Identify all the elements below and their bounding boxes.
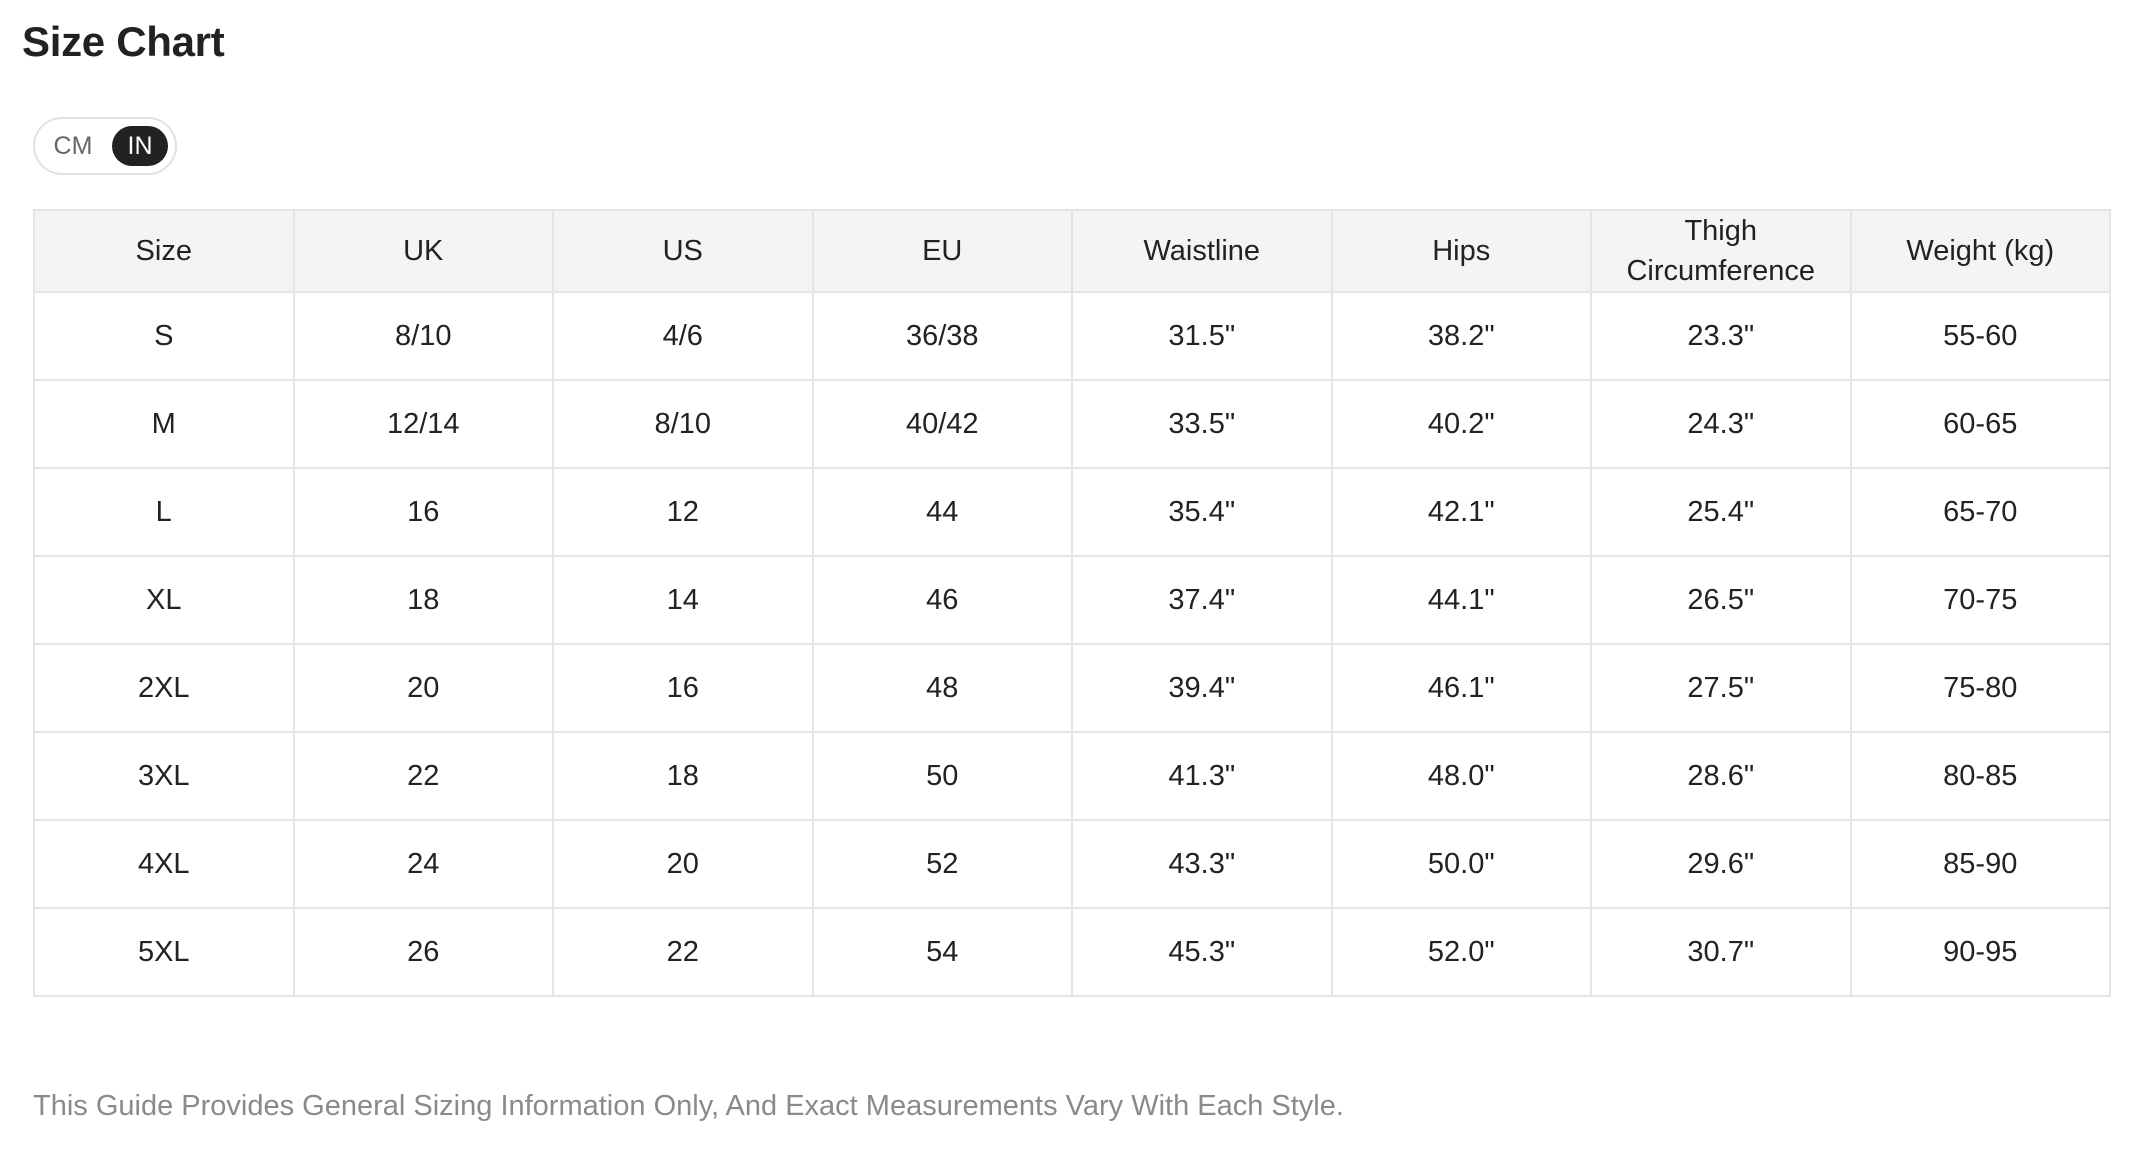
cell-thigh-circumference: 24.3" [1590, 379, 1852, 469]
cell-weight: 70-75 [1849, 555, 2111, 645]
cell-waistline: 43.3" [1071, 819, 1333, 909]
cell-size: M [33, 379, 295, 469]
size-table-header: Size UK US EU Waistline Hips Thigh Circu… [33, 209, 2111, 293]
size-table: Size UK US EU Waistline Hips Thigh Circu… [33, 209, 2111, 997]
cell-uk: 12/14 [292, 379, 554, 469]
table-row: S 8/10 4/6 36/38 31.5" 38.2" 23.3" 55-60 [33, 291, 2111, 381]
cell-weight: 65-70 [1849, 467, 2111, 557]
cell-eu: 36/38 [811, 291, 1073, 381]
header-thigh-circumference: Thigh Circumference [1590, 209, 1852, 293]
cell-us: 16 [552, 643, 814, 733]
header-us: US [552, 209, 814, 293]
unit-option-in[interactable]: IN [112, 126, 168, 166]
cell-eu: 50 [811, 731, 1073, 821]
header-hips: Hips [1330, 209, 1592, 293]
header-row: Size UK US EU Waistline Hips Thigh Circu… [33, 209, 2111, 293]
cell-waistline: 33.5" [1071, 379, 1333, 469]
cell-waistline: 31.5" [1071, 291, 1333, 381]
cell-hips: 50.0" [1330, 819, 1592, 909]
cell-waistline: 37.4" [1071, 555, 1333, 645]
cell-size: 3XL [33, 731, 295, 821]
cell-us: 8/10 [552, 379, 814, 469]
header-size: Size [33, 209, 295, 293]
table-row: 3XL 22 18 50 41.3" 48.0" 28.6" 80-85 [33, 731, 2111, 821]
size-table-body: S 8/10 4/6 36/38 31.5" 38.2" 23.3" 55-60 M 12/14 8… [33, 291, 2111, 997]
unit-toggle: CM IN [33, 117, 177, 175]
cell-hips: 46.1" [1330, 643, 1592, 733]
cell-us: 20 [552, 819, 814, 909]
cell-thigh-circumference: 23.3" [1590, 291, 1852, 381]
cell-hips: 40.2" [1330, 379, 1592, 469]
cell-eu: 44 [811, 467, 1073, 557]
cell-eu: 52 [811, 819, 1073, 909]
cell-us: 18 [552, 731, 814, 821]
table-row: 2XL 20 16 48 39.4" 46.1" 27.5" 75-80 [33, 643, 2111, 733]
header-eu: EU [811, 209, 1073, 293]
cell-hips: 52.0" [1330, 907, 1592, 997]
sizing-disclaimer: This Guide Provides General Sizing Infor… [33, 1090, 1344, 1122]
header-waistline: Waistline [1071, 209, 1333, 293]
cell-thigh-circumference: 25.4" [1590, 467, 1852, 557]
header-uk: UK [292, 209, 554, 293]
table-row: 4XL 24 20 52 43.3" 50.0" 29.6" 85-90 [33, 819, 2111, 909]
cell-eu: 54 [811, 907, 1073, 997]
cell-waistline: 39.4" [1071, 643, 1333, 733]
cell-size: S [33, 291, 295, 381]
table-row: 5XL 26 22 54 45.3" 52.0" 30.7" 90-95 [33, 907, 2111, 997]
cell-weight: 80-85 [1849, 731, 2111, 821]
cell-eu: 46 [811, 555, 1073, 645]
cell-us: 14 [552, 555, 814, 645]
cell-uk: 16 [292, 467, 554, 557]
header-weight: Weight (kg) [1849, 209, 2111, 293]
cell-weight: 60-65 [1849, 379, 2111, 469]
page-title: Size Chart [22, 18, 225, 65]
cell-hips: 48.0" [1330, 731, 1592, 821]
cell-size: XL [33, 555, 295, 645]
cell-thigh-circumference: 30.7" [1590, 907, 1852, 997]
table-row: XL 18 14 46 37.4" 44.1" 26.5" 70-75 [33, 555, 2111, 645]
cell-weight: 75-80 [1849, 643, 2111, 733]
table-row: L 16 12 44 35.4" 42.1" 25.4" 65-70 [33, 467, 2111, 557]
cell-uk: 24 [292, 819, 554, 909]
cell-uk: 18 [292, 555, 554, 645]
cell-weight: 90-95 [1849, 907, 2111, 997]
cell-thigh-circumference: 27.5" [1590, 643, 1852, 733]
cell-waistline: 35.4" [1071, 467, 1333, 557]
cell-size: L [33, 467, 295, 557]
cell-us: 4/6 [552, 291, 814, 381]
cell-eu: 48 [811, 643, 1073, 733]
table-row: M 12/14 8/10 40/42 33.5" 40.2" 24.3" 60-65 [33, 379, 2111, 469]
cell-uk: 22 [292, 731, 554, 821]
cell-hips: 44.1" [1330, 555, 1592, 645]
cell-hips: 38.2" [1330, 291, 1592, 381]
cell-size: 2XL [33, 643, 295, 733]
cell-thigh-circumference: 26.5" [1590, 555, 1852, 645]
cell-size: 4XL [33, 819, 295, 909]
cell-size: 5XL [33, 907, 295, 997]
cell-weight: 55-60 [1849, 291, 2111, 381]
cell-thigh-circumference: 29.6" [1590, 819, 1852, 909]
cell-hips: 42.1" [1330, 467, 1592, 557]
cell-eu: 40/42 [811, 379, 1073, 469]
cell-thigh-circumference: 28.6" [1590, 731, 1852, 821]
cell-uk: 26 [292, 907, 554, 997]
unit-option-cm[interactable]: CM [45, 126, 101, 166]
cell-uk: 20 [292, 643, 554, 733]
cell-waistline: 45.3" [1071, 907, 1333, 997]
cell-weight: 85-90 [1849, 819, 2111, 909]
cell-uk: 8/10 [292, 291, 554, 381]
cell-us: 22 [552, 907, 814, 997]
cell-waistline: 41.3" [1071, 731, 1333, 821]
cell-us: 12 [552, 467, 814, 557]
